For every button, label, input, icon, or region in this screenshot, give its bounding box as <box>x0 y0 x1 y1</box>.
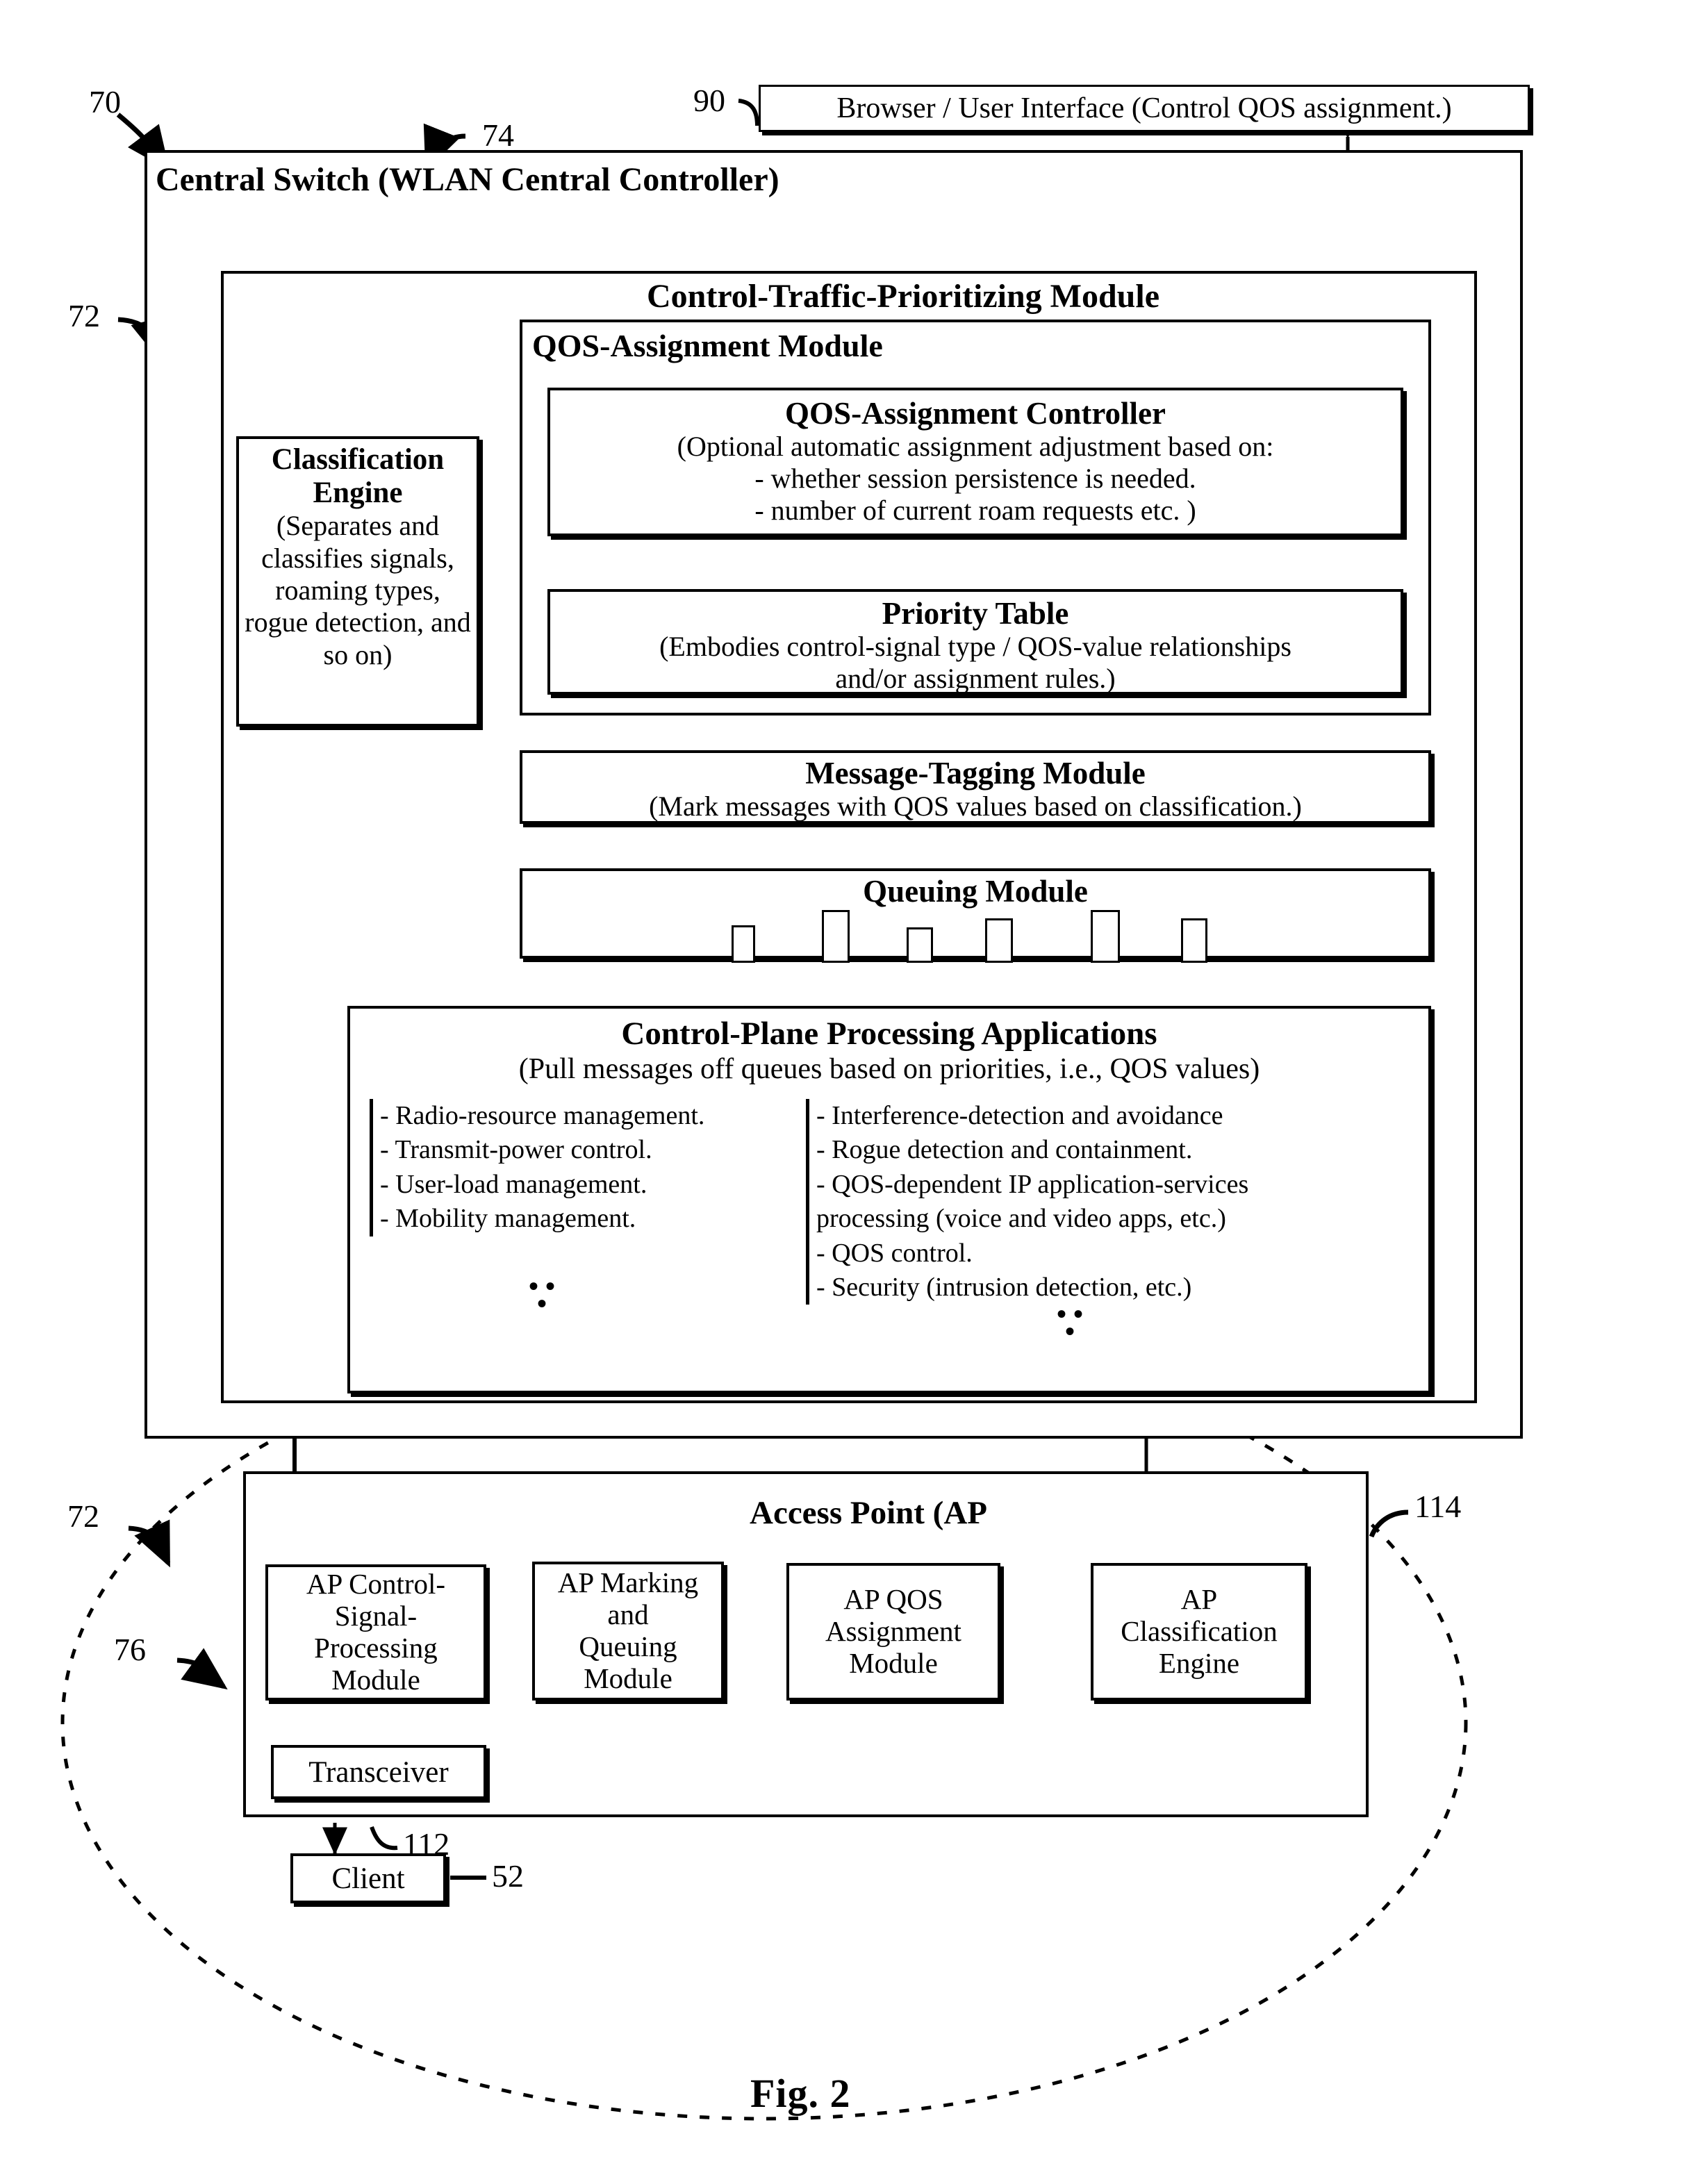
control-plane-apps-left-list: - Radio-resource management. - Transmit-… <box>370 1099 804 1236</box>
control-plane-apps-desc: (Pull messages off queues based on prior… <box>518 1052 1260 1085</box>
qos-assignment-module-title: QOS-Assignment Module <box>532 328 883 363</box>
ap-control-signal-processing-module-box[interactable]: AP Control- Signal- Processing Module <box>265 1564 486 1701</box>
ap-qos-assignment-module-box[interactable]: AP QOS Assignment Module <box>786 1563 1000 1701</box>
queue-bar <box>1091 910 1120 963</box>
browser-label: Browser / User Interface (Control QOS as… <box>836 92 1452 124</box>
ap-classification-engine-label: AP Classification Engine <box>1121 1583 1278 1679</box>
ref-72-upper: 72 <box>68 298 100 333</box>
classification-engine-title-2: Engine <box>313 477 403 510</box>
message-tagging-desc: (Mark messages with QOS values based on … <box>649 791 1302 822</box>
ref-72-lower: 72 <box>67 1498 99 1534</box>
browser-user-interface-box[interactable]: Browser / User Interface (Control QOS as… <box>759 85 1530 132</box>
right-list-ellipsis: • • • <box>1056 1298 1083 1347</box>
qos-controller-title: QOS-Assignment Controller <box>785 396 1166 431</box>
qos-controller-line2: - whether session persistence is needed. <box>754 463 1196 495</box>
queue-bar <box>822 910 850 963</box>
ap-qos-assignment-label: AP QOS Assignment Module <box>825 1583 961 1679</box>
transceiver-box[interactable]: Transceiver <box>271 1745 486 1799</box>
queuing-module-box[interactable]: Queuing Module <box>520 868 1431 959</box>
priority-table-line2: and/or assignment rules.) <box>835 663 1116 695</box>
control-plane-apps-right-list: - Interference-detection and avoidance -… <box>806 1099 1435 1305</box>
priority-table-line1: (Embodies control-signal type / QOS-valu… <box>659 631 1291 663</box>
left-list-ellipsis: • • • <box>528 1271 555 1319</box>
ref-90: 90 <box>693 83 725 118</box>
ap-marking-queuing-module-box[interactable]: AP Marking and Queuing Module <box>532 1562 724 1701</box>
figure-caption: Fig. 2 <box>750 2071 851 2116</box>
qos-controller-line1: (Optional automatic assignment adjustmen… <box>677 431 1274 463</box>
queuing-module-title: Queuing Module <box>863 874 1088 909</box>
classification-engine-box[interactable]: Classification Engine (Separates and cla… <box>236 436 479 727</box>
classification-engine-title-1: Classification <box>271 443 445 476</box>
ref-70: 70 <box>89 84 121 119</box>
queue-bar <box>732 925 755 963</box>
ap-marking-queuing-label: AP Marking and Queuing Module <box>557 1566 699 1694</box>
control-plane-apps-title: Control-Plane Processing Applications <box>621 1016 1157 1052</box>
ref-114: 114 <box>1414 1489 1462 1524</box>
priority-table-title: Priority Table <box>882 596 1069 631</box>
ctp-module-title: Control-Traffic-Prioritizing Module <box>646 278 1160 315</box>
queue-bar <box>985 918 1013 963</box>
ref-52: 52 <box>492 1858 524 1894</box>
queue-bar <box>907 927 933 963</box>
patent-figure-page: 70 72 74 78 82 80 84 86 88 90 92 94 100 … <box>0 0 1684 2184</box>
access-point-title: Access Point (AP <box>750 1495 987 1531</box>
client-label: Client <box>331 1862 405 1895</box>
client-box[interactable]: Client <box>290 1853 446 1903</box>
transceiver-label: Transceiver <box>308 1755 449 1789</box>
priority-table-box[interactable]: Priority Table (Embodies control-signal … <box>547 589 1403 695</box>
classification-engine-desc: (Separates and classifies signals, roami… <box>245 510 471 670</box>
qos-controller-line3: - number of current roam requests etc. ) <box>754 495 1196 527</box>
queue-bar <box>1181 918 1207 963</box>
ref-74: 74 <box>482 117 514 153</box>
message-tagging-title: Message-Tagging Module <box>805 756 1146 791</box>
ref-76: 76 <box>114 1632 146 1667</box>
message-tagging-module-box[interactable]: Message-Tagging Module (Mark messages wi… <box>520 750 1431 824</box>
ap-control-signal-processing-label: AP Control- Signal- Processing Module <box>306 1568 446 1696</box>
qos-assignment-controller-box[interactable]: QOS-Assignment Controller (Optional auto… <box>547 388 1403 536</box>
central-switch-title: Central Switch (WLAN Central Controller) <box>156 161 779 198</box>
ap-classification-engine-box[interactable]: AP Classification Engine <box>1091 1563 1307 1701</box>
